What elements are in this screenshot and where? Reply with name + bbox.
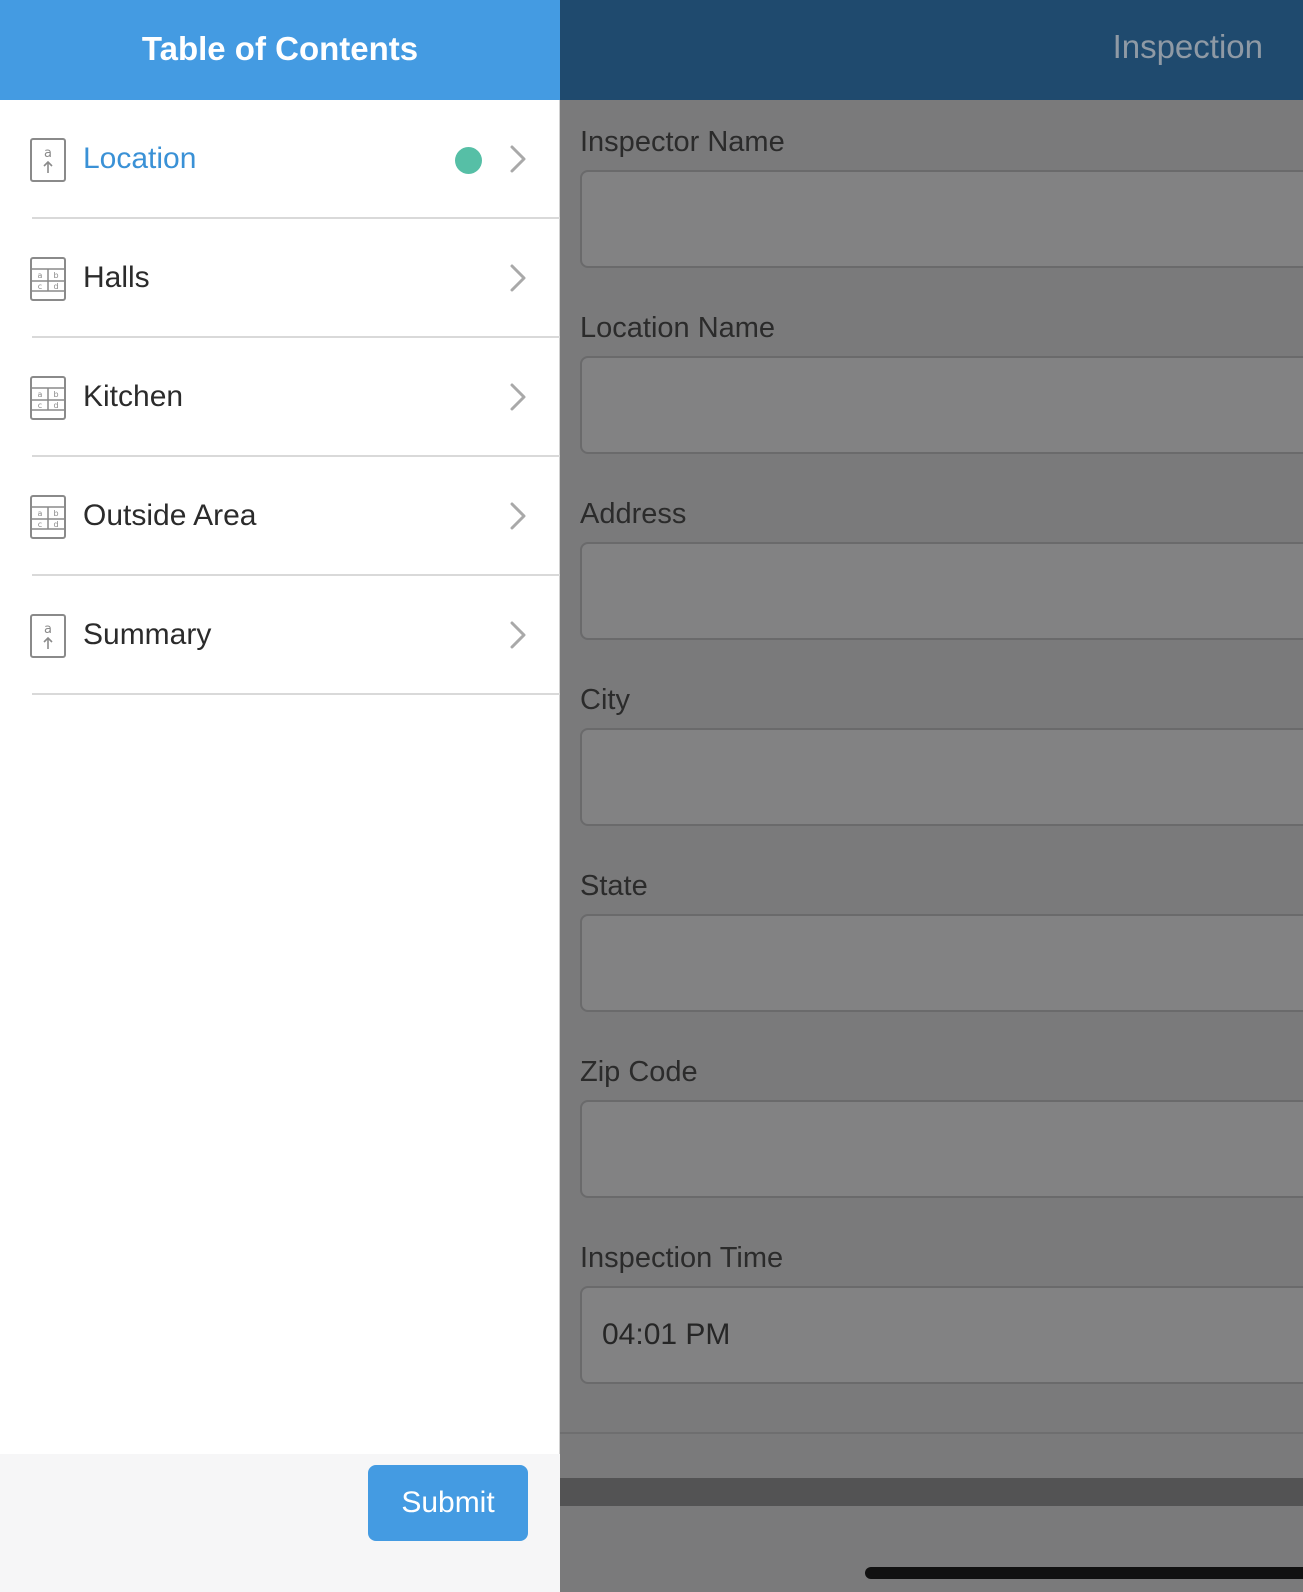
toc-item-label: Location (83, 142, 197, 175)
text-field-icon: a (30, 614, 66, 658)
submit-button[interactable]: Submit (368, 1465, 528, 1541)
svg-text:c: c (38, 282, 42, 291)
svg-text:d: d (53, 282, 58, 291)
sidebar-footer: Submit (0, 1454, 560, 1592)
inspection-form-pane: Inspection Inspector Name Location Name … (560, 0, 1303, 1592)
svg-text:c: c (38, 401, 42, 410)
toc-item-label: Summary (83, 618, 212, 651)
svg-text:a: a (38, 271, 43, 280)
field-label: Inspection Time (580, 1242, 784, 1274)
status-complete-dot (455, 147, 482, 174)
field-label: Zip Code (580, 1056, 698, 1088)
inspection-time-input[interactable] (580, 1286, 1303, 1384)
form-toolbar (560, 1478, 1303, 1506)
city-input[interactable] (580, 728, 1303, 826)
sidebar-header: Table of Contents (0, 0, 560, 100)
svg-text:a: a (38, 390, 43, 399)
form-title: Inspection (1112, 28, 1263, 65)
field-inspector-name: Inspector Name (580, 100, 1303, 286)
svg-text:c: c (38, 520, 42, 529)
field-state: State (580, 844, 1303, 1030)
field-label: Address (580, 498, 687, 530)
toc-item-label: Halls (83, 261, 150, 294)
state-input[interactable] (580, 914, 1303, 1012)
toc-item-outside-area[interactable]: a b c d Outside Area (0, 457, 560, 576)
toc-item-label: Outside Area (83, 499, 257, 532)
chevron-right-icon (510, 502, 526, 530)
svg-text:b: b (53, 271, 58, 280)
field-zip-code: Zip Code (580, 1030, 1303, 1216)
toc-item-kitchen[interactable]: a b c d Kitchen (0, 338, 560, 457)
chevron-right-icon (510, 383, 526, 411)
address-input[interactable] (580, 542, 1303, 640)
chevron-right-icon (510, 145, 526, 173)
field-location-name: Location Name (580, 286, 1303, 472)
svg-text:b: b (53, 390, 58, 399)
home-indicator[interactable] (865, 1567, 1303, 1579)
form-divider (560, 1432, 1303, 1434)
location-name-input[interactable] (580, 356, 1303, 454)
toc-item-label: Kitchen (83, 380, 184, 413)
chevron-right-icon (510, 621, 526, 649)
toc-sidebar: Table of Contents a Location a b c d Hal… (0, 0, 560, 1592)
toc-item-halls[interactable]: a b c d Halls (0, 219, 560, 338)
field-label: Location Name (580, 312, 776, 344)
zip-code-input[interactable] (580, 1100, 1303, 1198)
field-label: City (580, 684, 630, 716)
svg-text:d: d (53, 520, 58, 529)
field-inspection-time: Inspection Time (580, 1216, 1303, 1402)
field-city: City (580, 658, 1303, 844)
text-field-icon: a (30, 138, 66, 182)
field-label: State (580, 870, 648, 902)
toc-item-location[interactable]: a Location (0, 100, 560, 219)
form-header: Inspection (560, 0, 1303, 100)
form-body: Inspector Name Location Name Address Cit… (580, 100, 1303, 1402)
grid-table-icon: a b c d (30, 257, 66, 301)
grid-table-icon: a b c d (30, 495, 66, 539)
svg-text:a: a (44, 622, 52, 637)
toc-list: a Location a b c d Halls a b c d Kitchen… (0, 100, 560, 695)
field-label: Inspector Name (580, 126, 785, 158)
field-address: Address (580, 472, 1303, 658)
toc-item-summary[interactable]: a Summary (0, 576, 560, 695)
chevron-right-icon (510, 264, 526, 292)
svg-text:a: a (44, 146, 52, 161)
svg-text:d: d (53, 401, 58, 410)
svg-text:b: b (53, 509, 58, 518)
sidebar-title: Table of Contents (141, 30, 419, 67)
inspector-name-input[interactable] (580, 170, 1303, 268)
grid-table-icon: a b c d (30, 376, 66, 420)
svg-text:a: a (38, 509, 43, 518)
